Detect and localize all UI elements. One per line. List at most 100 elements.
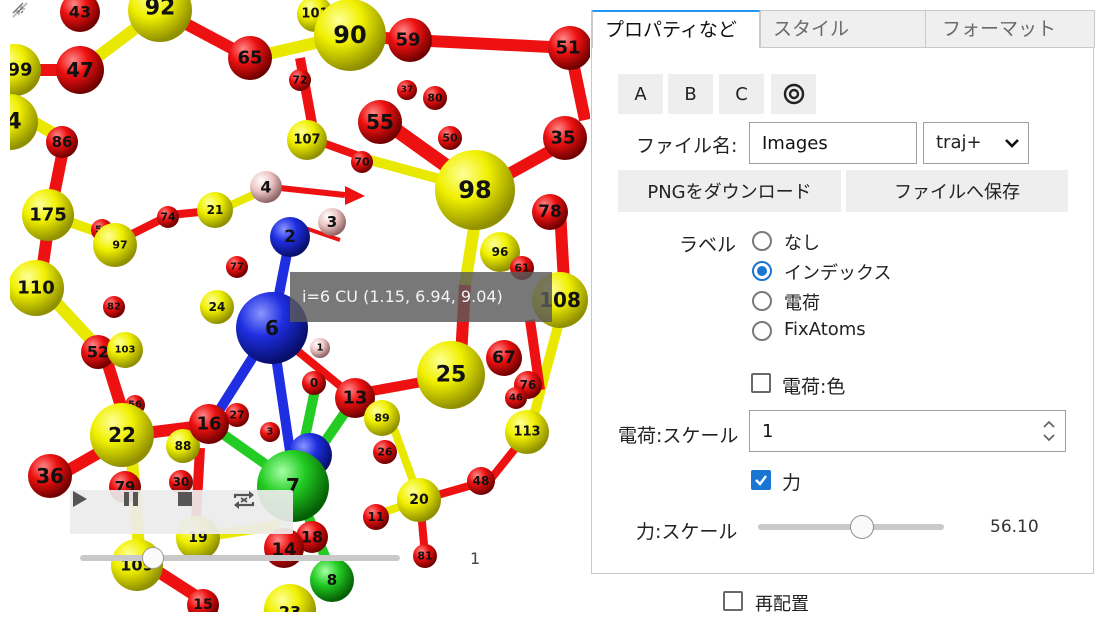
charge-scale-label: 電荷:スケール (618, 425, 739, 447)
force-label: 力 (782, 472, 802, 494)
app-root: 43 92 101 65 90 59 51 99 47 72 80 37 55 … (0, 0, 1102, 624)
rearrange-checkbox[interactable] (723, 591, 743, 611)
atom-label: 113 (513, 425, 540, 440)
atom-label: 1 (317, 343, 324, 354)
atom-label: 24 (209, 300, 226, 314)
atom-label: 4 (260, 178, 271, 197)
radio-label-fixatoms[interactable] (752, 321, 772, 341)
charge-color-checkbox[interactable] (751, 373, 771, 393)
atom-label: 86 (52, 133, 73, 151)
atom-label: 0 (310, 376, 318, 390)
atom-label: 51 (555, 38, 580, 59)
repeat-button[interactable] (232, 490, 284, 534)
atom-label: 21 (207, 203, 224, 217)
atom-label: 92 (145, 0, 176, 21)
atom-label: 8 (327, 571, 337, 589)
atom-label: 72 (292, 74, 307, 87)
atom-label: 97 (112, 239, 127, 252)
format-select-value: traj+ (936, 132, 982, 153)
force-scale-label: 力:スケール (636, 521, 738, 543)
view-c-button[interactable]: C (719, 74, 764, 114)
atom-label: 80 (427, 92, 443, 105)
atom-label: 47 (66, 58, 94, 82)
atom-label: 50 (442, 132, 458, 145)
radio-label-none-text: なし (784, 233, 820, 254)
charge-color-label: 電荷:色 (782, 376, 846, 398)
frame-slider-handle[interactable] (142, 547, 164, 569)
radio-label-fixatoms-text: FixAtoms (784, 319, 866, 340)
view-a-button[interactable]: A (618, 74, 663, 114)
properties-panel: プロパティなど スタイル フォーマット A B C ファイル名: traj+ P… (591, 10, 1095, 574)
atom-label: 81 (417, 550, 432, 563)
atom-label: 96 (492, 245, 509, 259)
frame-slider-track[interactable] (80, 555, 400, 561)
checkmark-icon (755, 475, 767, 486)
atom-label: 23 (279, 603, 301, 613)
frame-slider[interactable] (80, 545, 410, 573)
atom-label: 16 (196, 414, 221, 435)
atom-label: 90 (333, 21, 366, 49)
molecule-viewer[interactable]: 43 92 101 65 90 59 51 99 47 72 80 37 55 … (10, 0, 590, 612)
atom-label: 30 (173, 475, 190, 489)
force-scale-slider-handle[interactable] (850, 515, 875, 539)
playback-controls (70, 490, 293, 534)
target-icon (783, 83, 804, 105)
atom-label: 65 (237, 48, 262, 69)
atom-label: 74 (160, 211, 176, 224)
pause-icon (124, 492, 138, 506)
atom-label: 46 (509, 393, 523, 404)
atom-label: 77 (230, 262, 244, 273)
radio-label-none[interactable] (752, 231, 772, 251)
radio-label-index[interactable] (752, 261, 772, 281)
charge-scale-input[interactable] (749, 410, 1066, 452)
tab-properties[interactable]: プロパティなど (592, 10, 760, 48)
tab-style[interactable]: スタイル (760, 10, 926, 48)
tab-format[interactable]: フォーマット (925, 10, 1095, 48)
atom-label: 22 (108, 423, 136, 447)
atom-label: 98 (458, 176, 491, 204)
atom-tooltip: i=6 CU (1.15, 6.94, 9.04) (290, 272, 552, 322)
chevron-down-icon (1005, 139, 1019, 148)
resize-handle-icon[interactable] (10, 0, 24, 14)
atom-label: 59 (395, 30, 420, 51)
atom-label: 37 (401, 85, 414, 95)
atom-label: 70 (354, 156, 370, 169)
repeat-icon (233, 491, 255, 509)
play-icon (73, 491, 87, 507)
atom-label: 26 (377, 446, 393, 459)
radio-label-charge[interactable] (752, 291, 772, 311)
center-view-button[interactable] (771, 74, 816, 114)
atom-label: 20 (409, 492, 429, 508)
atom-label: 43 (69, 3, 91, 22)
stop-button[interactable] (176, 490, 228, 534)
atom-label: 67 (492, 348, 516, 368)
spin-stepper-icon[interactable] (1036, 415, 1062, 447)
atom-label: 82 (107, 302, 121, 313)
atom-label: 175 (29, 205, 67, 226)
atom-label: 25 (436, 363, 467, 388)
atom-label: 78 (538, 202, 562, 222)
radio-label-charge-text: 電荷 (784, 293, 820, 314)
atom-label: 6 (265, 316, 279, 340)
pause-button[interactable] (122, 490, 174, 534)
atom-label: 48 (473, 474, 490, 488)
download-png-button[interactable]: PNGをダウンロード (618, 170, 841, 212)
atom-label: 36 (36, 464, 64, 488)
save-file-button[interactable]: ファイルへ保存 (846, 170, 1068, 212)
play-button[interactable] (70, 490, 122, 534)
atom-label: 107 (293, 133, 320, 148)
force-checkbox[interactable] (751, 470, 771, 490)
atom-label: 88 (175, 439, 192, 453)
tab-bar: プロパティなど スタイル フォーマット (592, 10, 1095, 48)
filename-input[interactable] (749, 122, 917, 164)
view-b-button[interactable]: B (668, 74, 713, 114)
atom-label: 110 (17, 278, 55, 299)
atom-label: 11 (368, 510, 385, 524)
atom-label: 89 (374, 412, 389, 425)
atom-label: 103 (115, 345, 136, 356)
frame-value: 1 (470, 549, 481, 568)
radio-label-index-text: インデックス (784, 263, 892, 284)
format-select[interactable]: traj+ (923, 122, 1029, 164)
atom-label: 4 (10, 110, 22, 135)
stop-icon (178, 492, 192, 506)
